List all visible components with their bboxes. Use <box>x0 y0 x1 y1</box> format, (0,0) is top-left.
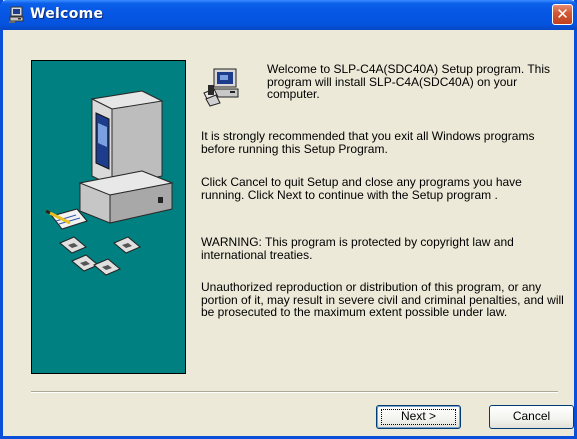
welcome-text: Welcome to SLP-C4A(SDC40A) Setup program… <box>267 62 551 101</box>
illustration-panel <box>31 60 186 374</box>
cancel-next-instructions-text: Click Cancel to quit Setup and close any… <box>201 175 522 202</box>
next-button-label: Next > <box>400 409 436 423</box>
cancel-button-label: Cancel <box>512 409 551 423</box>
copyright-warning-text: WARNING: This program is protected by co… <box>201 235 514 262</box>
setup-window: Welcome ✕ Welcome to SLP-C4A(SDC40A) Set… <box>0 0 577 439</box>
exit-programs-text: It is strongly recommended that you exit… <box>201 129 535 156</box>
setup-computer-icon <box>9 6 24 23</box>
unauthorized-use-text: Unauthorized reproduction or distributio… <box>201 280 564 319</box>
button-separator <box>31 391 558 393</box>
close-button[interactable]: ✕ <box>552 4 573 25</box>
next-button[interactable]: Next > <box>376 405 461 429</box>
cancel-button[interactable]: Cancel <box>489 405 574 429</box>
setup-install-icon <box>203 68 239 107</box>
title-bar[interactable]: Welcome ✕ <box>0 0 577 30</box>
computer-and-disks-illustration <box>45 90 174 276</box>
window-title: Welcome <box>30 6 104 22</box>
close-icon: ✕ <box>556 5 569 23</box>
